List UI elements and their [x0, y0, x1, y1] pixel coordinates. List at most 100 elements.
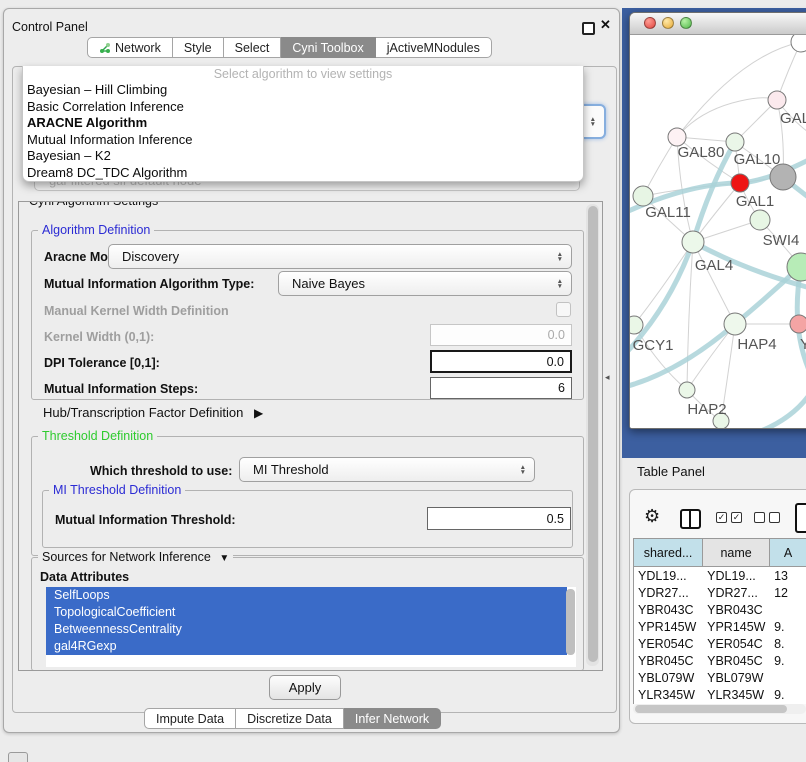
table-row[interactable]: YBR045CYBR045C9. [634, 652, 806, 669]
table-horizontal-scrollbar[interactable] [633, 704, 806, 714]
close-icon[interactable]: ✕ [600, 17, 611, 33]
document-icon[interactable] [795, 503, 806, 533]
which-threshold-label: Which threshold to use: [90, 464, 232, 478]
deselect-all-checks-icon[interactable] [754, 512, 780, 523]
tab-network-label: Network [115, 41, 161, 55]
settings-scrollbar[interactable] [586, 204, 599, 666]
mi-steps-field[interactable]: 6 [430, 377, 572, 399]
splitter-collapse-icon[interactable]: ◂ [605, 372, 610, 383]
network-node-label: SWI4 [763, 232, 800, 249]
network-edge[interactable] [677, 98, 777, 137]
table-row[interactable]: YBR043CYBR043C [634, 601, 806, 618]
dpi-tolerance-label: DPI Tolerance [0,1]: [44, 356, 160, 370]
network-node[interactable] [726, 133, 744, 151]
mi-threshold-field[interactable]: 0.5 [427, 507, 571, 530]
which-threshold-combo[interactable]: MI Threshold ▲▼ [239, 457, 535, 482]
tab-network[interactable]: Network [87, 37, 173, 58]
network-edge-thick[interactable] [630, 142, 735, 355]
popup-item-aracne[interactable]: ARACNE Algorithm [23, 115, 583, 132]
manual-kernel-label: Manual Kernel Width Definition [44, 304, 229, 318]
network-node-label: GAL10 [734, 151, 781, 168]
tab-style[interactable]: Style [173, 37, 224, 58]
algorithm-definition-group: Algorithm Definition Aracne Mode: Discov… [31, 230, 584, 400]
dock-panel-button[interactable] [8, 752, 28, 762]
column-layout-icon[interactable] [680, 509, 701, 529]
network-node-label: GAL [780, 110, 806, 127]
bottom-tabbar: Impute Data Discretize Data Infer Networ… [144, 708, 441, 729]
network-node[interactable] [750, 210, 770, 230]
network-node-label: GCY1 [633, 337, 674, 354]
column-header-partial[interactable]: A [770, 539, 806, 567]
apply-button[interactable]: Apply [269, 675, 341, 700]
float-window-icon[interactable] [582, 22, 595, 35]
close-traffic-light-icon[interactable] [644, 17, 656, 29]
table-scrollbar-thumb[interactable] [635, 705, 787, 713]
gear-icon[interactable]: ⚙ [644, 506, 660, 527]
network-edge[interactable] [687, 242, 693, 390]
threshold-definition-title: Threshold Definition [38, 429, 157, 443]
list-item[interactable]: gal4RGexp [46, 638, 567, 655]
network-window-titlebar[interactable] [630, 13, 806, 35]
network-node[interactable] [633, 186, 653, 206]
network-icon [99, 42, 111, 54]
hub-definition-toggle[interactable]: Hub/Transcription Factor Definition ▶ [43, 405, 263, 420]
algorithm-dropdown-popup: Select algorithm to view settings Bayesi… [22, 66, 584, 182]
network-edge[interactable] [634, 242, 693, 325]
mi-algorithm-type-combo[interactable]: Naive Bayes ▲▼ [278, 271, 572, 296]
network-canvas[interactable]: GALGAL80GAL10GAL1GAL11SWI4GAL4GCY1HAP4YH… [630, 35, 806, 428]
network-edge-thick[interactable] [750, 371, 806, 428]
table-row[interactable]: YDL19...YDL19...13 [634, 567, 806, 585]
mi-threshold-label: Mutual Information Threshold: [55, 513, 236, 527]
tab-select[interactable]: Select [224, 37, 282, 58]
tab-impute-data[interactable]: Impute Data [144, 708, 236, 729]
popup-item-bayesian-k2[interactable]: Bayesian – K2 [23, 148, 583, 165]
tab-discretize-data[interactable]: Discretize Data [236, 708, 344, 729]
tab-infer-network[interactable]: Infer Network [344, 708, 441, 729]
column-header-name[interactable]: name [703, 539, 770, 567]
algorithm-definition-title: Algorithm Definition [38, 223, 154, 237]
popup-item-basic-correlation[interactable]: Basic Correlation Inference [23, 99, 583, 116]
network-node[interactable] [679, 382, 695, 398]
aracne-mode-combo[interactable]: Discovery ▲▼ [108, 244, 572, 269]
table-row[interactable]: YBL079WYBL079W [634, 669, 806, 686]
select-all-checks-icon[interactable]: ✓ ✓ [716, 512, 742, 523]
network-node-label: HAP2 [687, 401, 726, 418]
tab-cyni-toolbox[interactable]: Cyni Toolbox [281, 37, 375, 58]
manual-kernel-checkbox[interactable] [556, 302, 571, 317]
control-panel-title: Control Panel [12, 20, 88, 34]
spinner-arrows-icon: ▲▼ [590, 117, 596, 127]
cyni-algorithm-settings-panel: Cyni Algorithm Settings Algorithm Defini… [18, 201, 603, 671]
combo-arrows-icon: ▲▼ [520, 465, 526, 475]
network-node[interactable] [791, 35, 806, 52]
network-node[interactable] [630, 316, 643, 334]
kernel-width-field[interactable]: 0.0 [430, 324, 572, 346]
network-node[interactable] [724, 313, 746, 335]
table-row[interactable]: YDR27...YDR27...12 [634, 584, 806, 601]
network-node[interactable] [682, 231, 704, 253]
table-row[interactable]: YLR345WYLR345W9. [634, 686, 806, 703]
list-item[interactable]: TopologicalCoefficient [46, 604, 567, 621]
minimize-traffic-light-icon[interactable] [662, 17, 674, 29]
table-row[interactable]: YPR145WYPR145W9. [634, 618, 806, 635]
popup-item-dream8[interactable]: Dream8 DC_TDC Algorithm [23, 165, 583, 182]
zoom-traffic-light-icon[interactable] [680, 17, 692, 29]
network-node[interactable] [790, 315, 806, 333]
list-item[interactable]: SelfLoops [46, 587, 567, 604]
expand-down-icon: ▼ [219, 553, 229, 564]
table-row[interactable]: YER054CYER054C8. [634, 635, 806, 652]
tab-jactivemnodules[interactable]: jActiveMNodules [376, 37, 492, 58]
popup-item-bayesian-hill-climbing[interactable]: Bayesian – Hill Climbing [23, 82, 583, 99]
sources-title-toggle[interactable]: Sources for Network Inference ▼ [38, 550, 233, 564]
network-node[interactable] [731, 174, 749, 192]
attributes-scrollbar-thumb[interactable] [566, 589, 575, 655]
settings-scrollbar-thumb[interactable] [588, 206, 598, 662]
control-panel-tabbar: Network Style Select Cyni Toolbox jActiv… [87, 37, 492, 58]
network-node-label: GAL4 [695, 257, 733, 274]
network-node[interactable] [768, 91, 786, 109]
threshold-definition-group: Threshold Definition Which threshold to … [31, 436, 584, 556]
column-header-shared[interactable]: shared... [634, 539, 703, 567]
popup-item-mutual-information[interactable]: Mutual Information Inference [23, 132, 583, 149]
list-item[interactable]: BetweennessCentrality [46, 621, 567, 638]
dpi-tolerance-field[interactable]: 0.0 [430, 350, 572, 373]
network-node-label: GAL11 [645, 204, 691, 221]
